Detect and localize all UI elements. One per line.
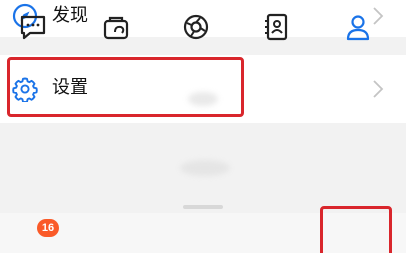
unread-badge: 16 bbox=[37, 219, 59, 237]
settings-label: 设置 bbox=[52, 77, 88, 98]
blur-smudge bbox=[180, 160, 230, 176]
chevron-right-icon bbox=[373, 80, 384, 98]
chevron-right-icon bbox=[373, 7, 384, 25]
drag-handle bbox=[183, 205, 223, 209]
gear-icon bbox=[12, 77, 38, 102]
settings-row[interactable]: 设置 bbox=[0, 55, 406, 123]
moments-icon[interactable] bbox=[181, 12, 211, 42]
discover-label: 发现 bbox=[52, 5, 88, 26]
bottom-tab-bar bbox=[0, 213, 406, 253]
profile-icon[interactable] bbox=[343, 12, 373, 42]
wallet-icon[interactable] bbox=[101, 12, 131, 42]
blur-smudge bbox=[188, 92, 218, 106]
chat-icon[interactable] bbox=[18, 12, 48, 42]
contacts-icon[interactable] bbox=[262, 12, 292, 42]
